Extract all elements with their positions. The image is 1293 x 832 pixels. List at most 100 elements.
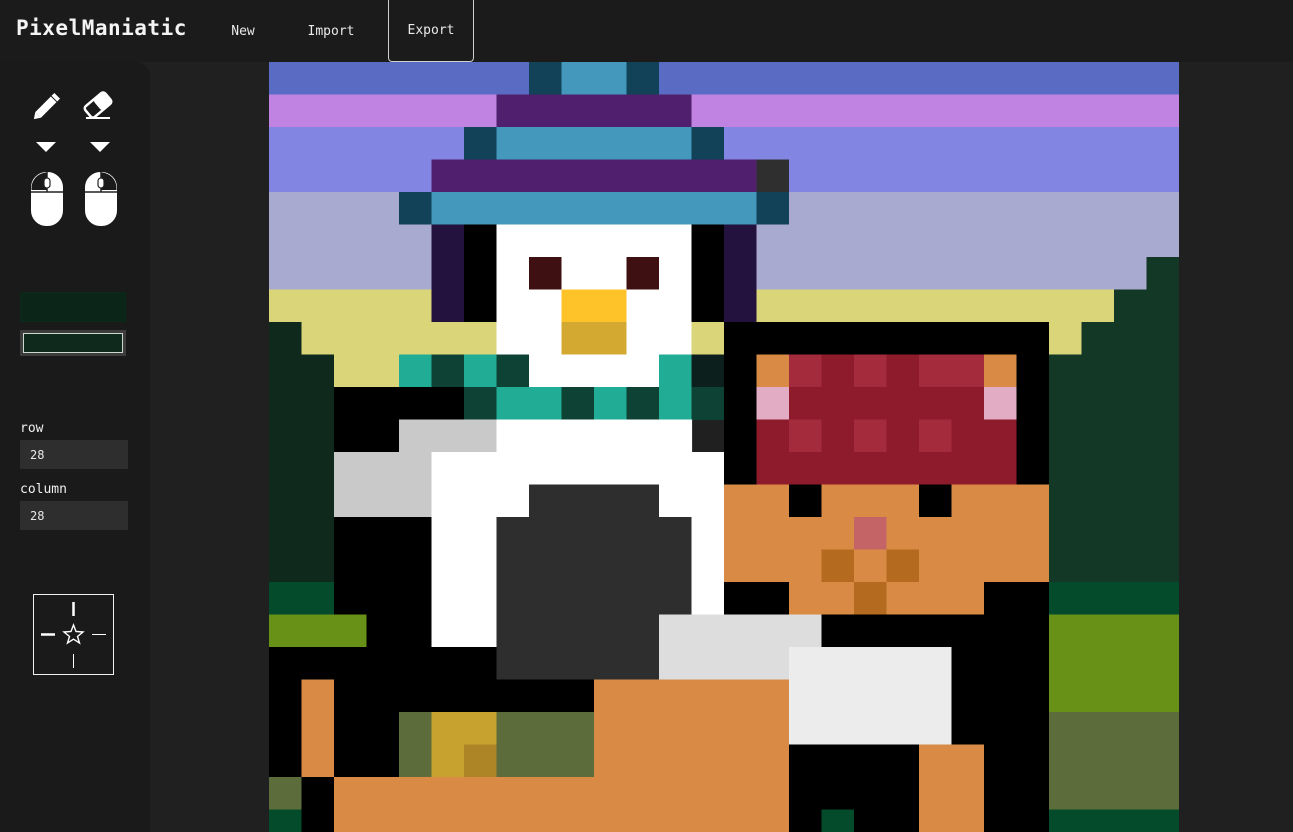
pixel-cell[interactable] bbox=[594, 582, 628, 616]
pixel-cell[interactable] bbox=[854, 127, 888, 161]
pixel-cell[interactable] bbox=[529, 192, 563, 226]
pixel-cell[interactable] bbox=[756, 517, 790, 551]
pixel-cell[interactable] bbox=[951, 159, 985, 193]
pixel-cell[interactable] bbox=[1146, 289, 1180, 323]
pixel-cell[interactable] bbox=[951, 387, 985, 421]
pixel-cell[interactable] bbox=[919, 809, 953, 832]
pixel-cell[interactable] bbox=[1146, 257, 1180, 291]
pixel-cell[interactable] bbox=[626, 614, 660, 648]
pixel-cell[interactable] bbox=[301, 582, 335, 616]
pixel-cell[interactable] bbox=[431, 159, 465, 193]
pixel-cell[interactable] bbox=[1114, 452, 1148, 486]
pixel-cell[interactable] bbox=[301, 192, 335, 226]
pixel-cell[interactable] bbox=[691, 777, 725, 811]
pixel-cell[interactable] bbox=[529, 354, 563, 388]
pixel-cell[interactable] bbox=[496, 289, 530, 323]
pixel-cell[interactable] bbox=[789, 257, 823, 291]
pixel-cell[interactable] bbox=[886, 94, 920, 128]
pixel-cell[interactable] bbox=[366, 62, 400, 96]
pixel-cell[interactable] bbox=[789, 289, 823, 323]
pixel-cell[interactable] bbox=[724, 127, 758, 161]
pixel-cell[interactable] bbox=[821, 289, 855, 323]
pixel-cell[interactable] bbox=[561, 647, 595, 681]
pixel-cell[interactable] bbox=[1049, 777, 1083, 811]
pixel-cell[interactable] bbox=[724, 614, 758, 648]
pixel-cell[interactable] bbox=[496, 517, 530, 551]
pixel-cell[interactable] bbox=[594, 679, 628, 713]
pixel-cell[interactable] bbox=[984, 62, 1018, 96]
pixel-cell[interactable] bbox=[399, 387, 433, 421]
pixel-cell[interactable] bbox=[366, 777, 400, 811]
pixel-cell[interactable] bbox=[854, 419, 888, 453]
pixel-cell[interactable] bbox=[1049, 744, 1083, 778]
pixel-cell[interactable] bbox=[431, 452, 465, 486]
pixel-cell[interactable] bbox=[399, 484, 433, 518]
pixel-cell[interactable] bbox=[659, 582, 693, 616]
pixel-cell[interactable] bbox=[301, 127, 335, 161]
pixel-cell[interactable] bbox=[1016, 777, 1050, 811]
pixel-cell[interactable] bbox=[1114, 159, 1148, 193]
pixel-cell[interactable] bbox=[496, 614, 530, 648]
pixel-cell[interactable] bbox=[301, 354, 335, 388]
pixel-cell[interactable] bbox=[919, 549, 953, 583]
pixel-cell[interactable] bbox=[854, 452, 888, 486]
pixel-cell[interactable] bbox=[821, 614, 855, 648]
pixel-cell[interactable] bbox=[886, 192, 920, 226]
pixel-cell[interactable] bbox=[789, 387, 823, 421]
export-button[interactable]: Export bbox=[388, 0, 474, 62]
pixel-cell[interactable] bbox=[1016, 159, 1050, 193]
pixel-cell[interactable] bbox=[334, 517, 368, 551]
pixel-cell[interactable] bbox=[789, 777, 823, 811]
pixel-cell[interactable] bbox=[626, 192, 660, 226]
pixel-cell[interactable] bbox=[561, 517, 595, 551]
pixel-cell[interactable] bbox=[301, 289, 335, 323]
pixel-cell[interactable] bbox=[561, 94, 595, 128]
pixel-cell[interactable] bbox=[431, 289, 465, 323]
pixel-cell[interactable] bbox=[334, 777, 368, 811]
pixel-cell[interactable] bbox=[854, 712, 888, 746]
pixel-cell[interactable] bbox=[626, 354, 660, 388]
pixel-cell[interactable] bbox=[821, 159, 855, 193]
pixel-cell[interactable] bbox=[269, 484, 303, 518]
pixel-cell[interactable] bbox=[1146, 94, 1180, 128]
pixel-cell[interactable] bbox=[984, 419, 1018, 453]
pixel-cell[interactable] bbox=[756, 712, 790, 746]
pixel-cell[interactable] bbox=[691, 647, 725, 681]
pixel-cell[interactable] bbox=[464, 322, 498, 356]
pixel-cell[interactable] bbox=[269, 62, 303, 96]
pixel-cell[interactable] bbox=[626, 322, 660, 356]
pixel-cell[interactable] bbox=[951, 777, 985, 811]
pixel-cell[interactable] bbox=[561, 62, 595, 96]
pixel-cell[interactable] bbox=[984, 614, 1018, 648]
pixel-cell[interactable] bbox=[886, 582, 920, 616]
pixel-cell[interactable] bbox=[1081, 549, 1115, 583]
pixel-cell[interactable] bbox=[1049, 419, 1083, 453]
pixel-cell[interactable] bbox=[464, 582, 498, 616]
pixel-cell[interactable] bbox=[334, 224, 368, 258]
pixel-cell[interactable] bbox=[334, 614, 368, 648]
pixel-cell[interactable] bbox=[1146, 517, 1180, 551]
pixel-cell[interactable] bbox=[724, 679, 758, 713]
pixel-cell[interactable] bbox=[1081, 517, 1115, 551]
pixel-cell[interactable] bbox=[301, 777, 335, 811]
pixel-cell[interactable] bbox=[984, 679, 1018, 713]
pixel-cell[interactable] bbox=[659, 159, 693, 193]
pixel-cell[interactable] bbox=[399, 94, 433, 128]
pixel-cell[interactable] bbox=[334, 289, 368, 323]
pixel-cell[interactable] bbox=[594, 354, 628, 388]
pixel-cell[interactable] bbox=[269, 549, 303, 583]
pixel-cell[interactable] bbox=[854, 777, 888, 811]
pixel-cell[interactable] bbox=[724, 777, 758, 811]
pixel-cell[interactable] bbox=[1114, 289, 1148, 323]
pixel-cell[interactable] bbox=[854, 809, 888, 832]
pixel-cell[interactable] bbox=[984, 744, 1018, 778]
pixel-cell[interactable] bbox=[334, 322, 368, 356]
pixel-cell[interactable] bbox=[1016, 452, 1050, 486]
pixel-cell[interactable] bbox=[529, 224, 563, 258]
pixel-cell[interactable] bbox=[334, 257, 368, 291]
pixel-cell[interactable] bbox=[431, 647, 465, 681]
pixel-cell[interactable] bbox=[1016, 549, 1050, 583]
pixel-cell[interactable] bbox=[269, 452, 303, 486]
pixel-cell[interactable] bbox=[334, 387, 368, 421]
pixel-cell[interactable] bbox=[1049, 62, 1083, 96]
